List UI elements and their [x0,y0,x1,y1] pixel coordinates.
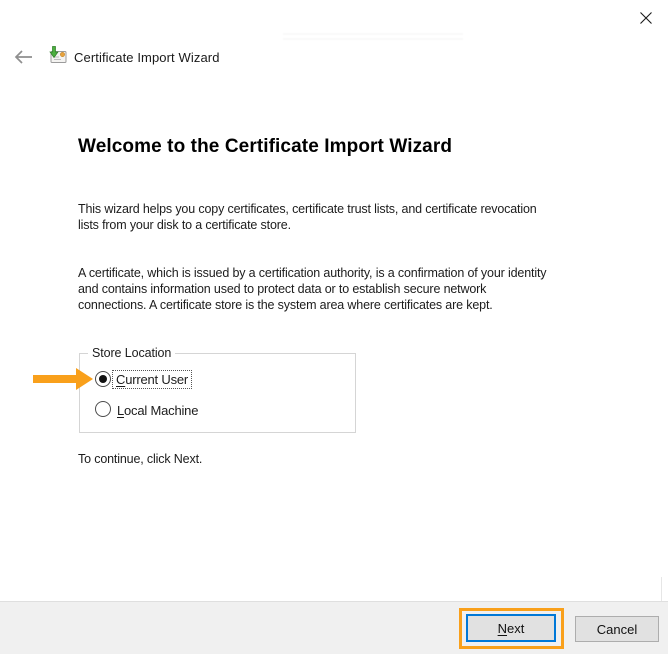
page-heading: Welcome to the Certificate Import Wizard [78,136,453,157]
next-button[interactable]: Next [466,614,556,642]
footer-bar [0,601,668,654]
store-location-label: Store Location [88,346,176,360]
radio-local-machine[interactable] [95,401,111,417]
label-rest: ext [507,620,525,636]
edge-artifact [661,577,662,601]
close-icon [639,11,653,30]
mnemonic-letter: N [497,620,508,636]
store-location-groupbox [79,353,356,433]
mnemonic-letter: L [117,403,125,418]
label-rest: urrent User [125,372,189,387]
close-button[interactable] [634,8,658,32]
annotation-arrow-icon [76,368,93,390]
background-artifact [283,33,463,43]
mnemonic-letter: C [116,372,126,387]
certificate-import-icon [47,45,69,67]
label-rest: ocal Machine [124,403,199,418]
back-arrow-icon [12,50,34,71]
description-paragraph: A certificate, which is issued by a cert… [78,266,547,312]
continue-instruction: To continue, click Next. [78,452,203,466]
radio-local-machine-label[interactable]: Local Machine [113,401,202,420]
intro-paragraph: This wizard helps you copy certificates,… [78,202,537,232]
radio-current-user-label[interactable]: Current User [112,370,193,389]
radio-current-user[interactable] [95,371,111,387]
back-button[interactable] [12,47,34,67]
wizard-title: Certificate Import Wizard [74,50,220,65]
annotation-arrow-shaft [33,375,77,383]
cancel-button[interactable]: Cancel [575,616,659,642]
